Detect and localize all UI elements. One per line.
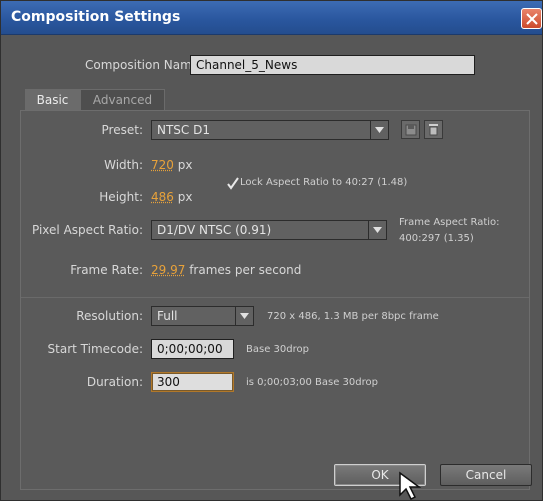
duration-input[interactable]: 300	[151, 372, 234, 392]
resolution-value: Full	[157, 309, 178, 323]
section-divider	[21, 297, 529, 298]
lock-aspect-label: Lock Aspect Ratio to 40:27 (1.48)	[240, 177, 408, 188]
mouse-pointer-icon	[399, 471, 422, 501]
width-unit: px	[177, 158, 193, 172]
dialog-content: Composition Name: Channel_5_News Basic A…	[10, 35, 533, 501]
cancel-button[interactable]: Cancel	[440, 464, 532, 486]
pixel-aspect-dropdown[interactable]: D1/DV NTSC (0.91)	[151, 220, 387, 240]
frame-aspect-value: 400:297 (1.35)	[399, 233, 474, 244]
save-preset-icon	[405, 124, 417, 136]
trash-icon	[429, 124, 438, 136]
lock-aspect-checkbox[interactable]	[226, 175, 239, 190]
basic-settings-panel: Preset: NTSC D1 Width: 720 px Height: 48…	[20, 110, 530, 490]
close-button[interactable]	[521, 8, 542, 29]
dialog-title: Composition Settings	[11, 9, 181, 25]
chevron-down-icon	[240, 313, 249, 319]
title-bar: Composition Settings	[1, 1, 542, 35]
height-label: Height:	[99, 190, 143, 204]
frame-rate-unit: frames per second	[189, 263, 302, 277]
composition-name-input[interactable]: Channel_5_News	[190, 55, 475, 75]
save-preset-button[interactable]	[401, 120, 420, 139]
height-unit: px	[177, 190, 193, 204]
delete-preset-button[interactable]	[424, 120, 443, 139]
preset-label: Preset:	[101, 123, 143, 137]
tab-advanced[interactable]: Advanced	[80, 89, 165, 111]
chevron-down-icon	[373, 227, 382, 233]
height-value[interactable]: 486	[151, 190, 174, 204]
composition-settings-dialog: Composition Settings Composition Name: C…	[0, 0, 543, 501]
start-timecode-info: Base 30drop	[246, 344, 309, 355]
frame-rate-label: Frame Rate:	[70, 263, 143, 277]
preset-value: NTSC D1	[157, 123, 210, 137]
composition-name-label: Composition Name:	[85, 58, 204, 72]
resolution-label: Resolution:	[76, 309, 143, 323]
pixel-aspect-label: Pixel Aspect Ratio:	[32, 223, 143, 237]
preset-dropdown[interactable]: NTSC D1	[151, 120, 389, 140]
tab-basic[interactable]: Basic	[25, 89, 80, 111]
start-timecode-label: Start Timecode:	[47, 342, 143, 356]
frame-aspect-label: Frame Aspect Ratio:	[399, 217, 500, 228]
width-label: Width:	[104, 158, 143, 172]
width-value[interactable]: 720	[151, 158, 174, 172]
resolution-info: 720 x 486, 1.3 MB per 8bpc frame	[267, 311, 439, 322]
chevron-down-icon	[375, 127, 384, 133]
pixel-aspect-value: D1/DV NTSC (0.91)	[157, 223, 272, 237]
duration-label: Duration:	[86, 375, 143, 389]
start-timecode-input[interactable]: 0;00;00;00	[151, 339, 234, 359]
frame-rate-value[interactable]: 29.97	[151, 263, 185, 277]
close-icon	[526, 13, 538, 25]
duration-info: is 0;00;03;00 Base 30drop	[246, 377, 378, 388]
resolution-dropdown[interactable]: Full	[151, 306, 254, 326]
checkmark-icon	[227, 177, 239, 190]
